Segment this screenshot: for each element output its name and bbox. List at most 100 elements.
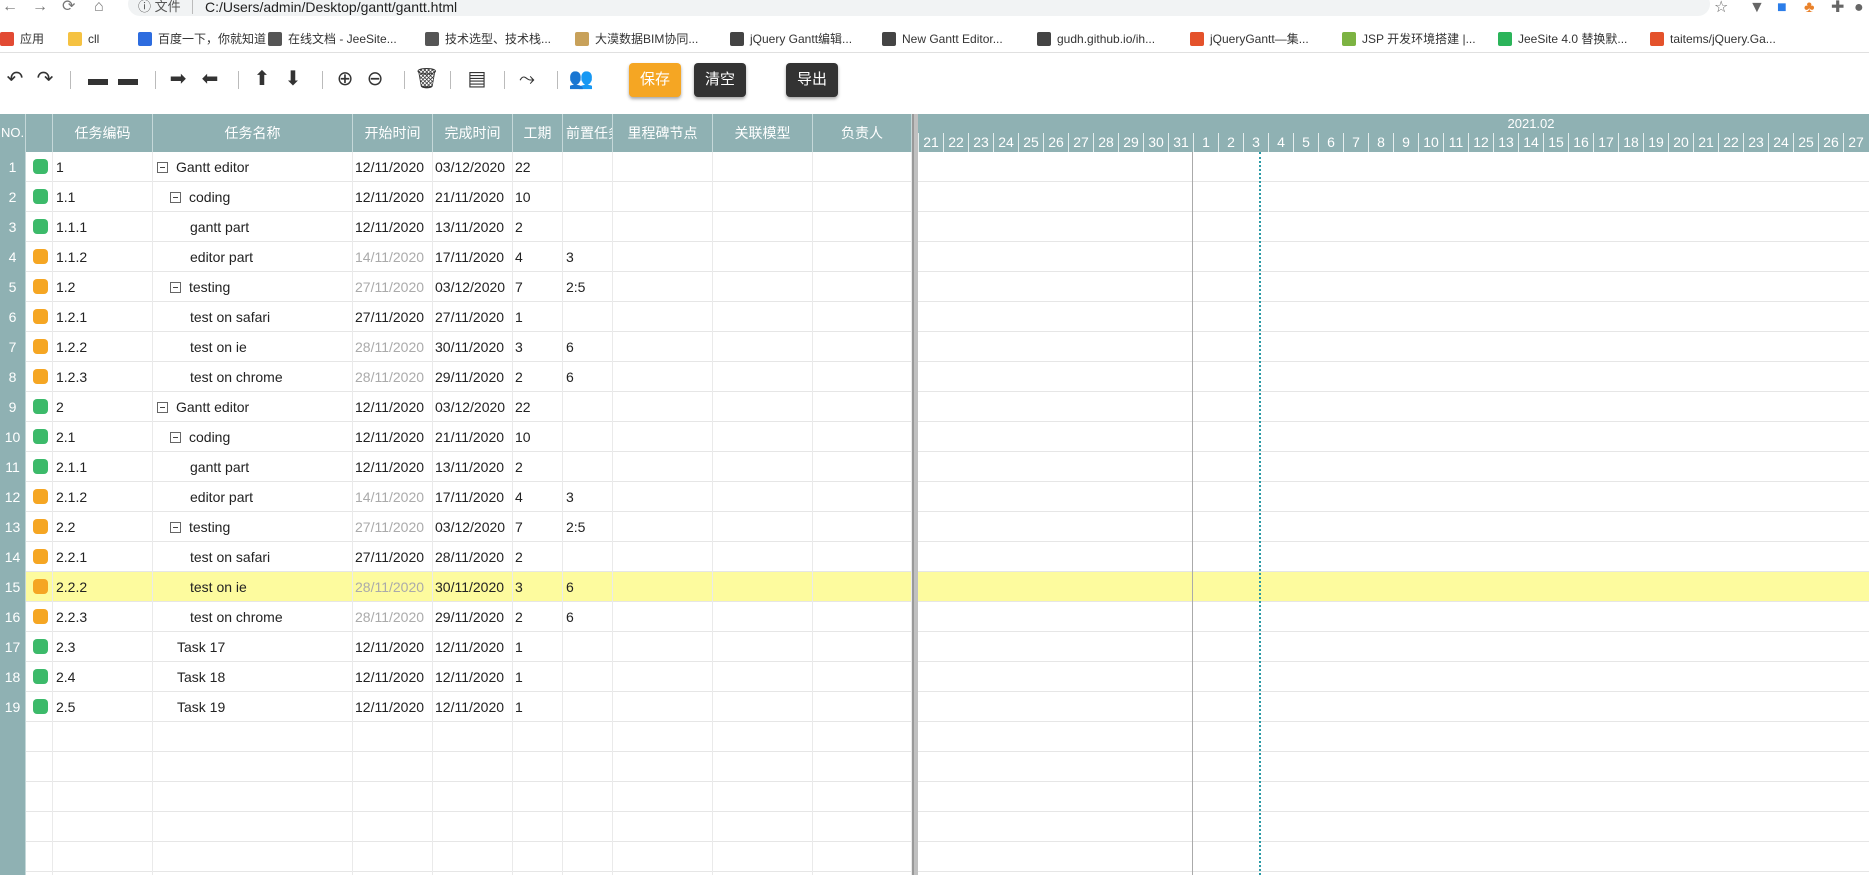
- relation-cell[interactable]: [713, 512, 813, 542]
- timeline-row[interactable]: [918, 212, 1869, 242]
- col-start-header[interactable]: 开始时间: [353, 114, 433, 152]
- end-date[interactable]: 29/11/2020: [433, 602, 513, 632]
- export-button[interactable]: 导出: [786, 63, 838, 97]
- start-date[interactable]: 12/11/2020: [353, 692, 433, 722]
- task-row[interactable]: 14 2.2.1 test on safari 27/11/2020 28/11/202…: [0, 542, 912, 572]
- status-indicator[interactable]: [33, 159, 48, 174]
- bookmark-item[interactable]: 百度一下，你就知道: [138, 31, 266, 47]
- print-icon[interactable]: ▤: [462, 67, 492, 91]
- clear-button[interactable]: 清空: [694, 63, 746, 97]
- timeline-row[interactable]: [918, 242, 1869, 272]
- task-code[interactable]: 2.4: [53, 662, 153, 692]
- status-indicator[interactable]: [33, 369, 48, 384]
- status-indicator[interactable]: [33, 639, 48, 654]
- timeline-row[interactable]: [918, 422, 1869, 452]
- milestone-cell[interactable]: [613, 482, 713, 512]
- task-row[interactable]: 16 2.2.3 test on chrome 28/11/2020 29/11/202…: [0, 602, 912, 632]
- status-indicator[interactable]: [33, 489, 48, 504]
- owner-cell[interactable]: [813, 662, 912, 692]
- milestone-cell[interactable]: [613, 392, 713, 422]
- extension-v-icon[interactable]: ▼: [1749, 0, 1765, 16]
- timeline-row[interactable]: [918, 602, 1869, 632]
- status-cell[interactable]: [26, 542, 53, 572]
- end-date[interactable]: 29/11/2020: [433, 362, 513, 392]
- start-date[interactable]: 28/11/2020: [353, 602, 433, 632]
- relation-cell[interactable]: [713, 572, 813, 602]
- owner-cell[interactable]: [813, 182, 912, 212]
- milestone-cell[interactable]: [613, 422, 713, 452]
- relation-cell[interactable]: [713, 242, 813, 272]
- task-code[interactable]: 2.1.1: [53, 452, 153, 482]
- timeline-row[interactable]: [918, 332, 1869, 362]
- dependencies[interactable]: [563, 452, 613, 482]
- task-name-cell[interactable]: testing: [153, 512, 353, 542]
- owner-cell[interactable]: [813, 542, 912, 572]
- col-milestone-header[interactable]: 里程碑节点: [613, 114, 713, 152]
- dependencies[interactable]: [563, 542, 613, 572]
- start-date[interactable]: 28/11/2020: [353, 572, 433, 602]
- reload-icon[interactable]: ⟳: [62, 0, 75, 15]
- bookmark-item[interactable]: New Gantt Editor...: [882, 31, 1003, 47]
- milestone-cell[interactable]: [613, 572, 713, 602]
- owner-cell[interactable]: [813, 422, 912, 452]
- relation-cell[interactable]: [713, 392, 813, 422]
- milestone-cell[interactable]: [613, 302, 713, 332]
- timeline-row[interactable]: [918, 272, 1869, 302]
- relation-cell[interactable]: [713, 452, 813, 482]
- status-cell[interactable]: [26, 602, 53, 632]
- puzzle-icon[interactable]: ✚: [1831, 0, 1844, 16]
- end-date[interactable]: 03/12/2020: [433, 512, 513, 542]
- start-date[interactable]: 14/11/2020: [353, 482, 433, 512]
- relation-cell[interactable]: [713, 602, 813, 632]
- status-indicator[interactable]: [33, 249, 48, 264]
- task-name-cell[interactable]: editor part: [153, 242, 353, 272]
- dependencies[interactable]: [563, 302, 613, 332]
- status-indicator[interactable]: [33, 189, 48, 204]
- collapse-toggle-icon[interactable]: [157, 402, 168, 413]
- timeline-row[interactable]: [918, 662, 1869, 692]
- task-row[interactable]: 3 1.1.1 gantt part 12/11/2020 13/11/2020 2: [0, 212, 912, 242]
- duration[interactable]: 2: [513, 452, 563, 482]
- bookmark-item[interactable]: 技术选型、技术栈...: [425, 31, 551, 47]
- owner-cell[interactable]: [813, 482, 912, 512]
- duration[interactable]: 1: [513, 302, 563, 332]
- task-row[interactable]: 10 2.1 coding 12/11/2020 21/11/2020 10: [0, 422, 912, 452]
- col-owner-header[interactable]: 负责人: [813, 114, 912, 152]
- owner-cell[interactable]: [813, 302, 912, 332]
- dependencies[interactable]: 6: [563, 602, 613, 632]
- owner-cell[interactable]: [813, 332, 912, 362]
- status-cell[interactable]: [26, 302, 53, 332]
- col-depends-header[interactable]: 前置任务: [563, 114, 613, 152]
- task-code[interactable]: 2.3: [53, 632, 153, 662]
- duration[interactable]: 1: [513, 662, 563, 692]
- task-code[interactable]: 1.1.1: [53, 212, 153, 242]
- status-indicator[interactable]: [33, 579, 48, 594]
- task-name-cell[interactable]: Task 19: [153, 692, 353, 722]
- relation-cell[interactable]: [713, 632, 813, 662]
- task-code[interactable]: 1.2: [53, 272, 153, 302]
- task-code[interactable]: 2.5: [53, 692, 153, 722]
- col-duration-header[interactable]: 工期: [513, 114, 563, 152]
- duration[interactable]: 3: [513, 332, 563, 362]
- redo-icon[interactable]: ↷: [33, 67, 57, 91]
- task-code[interactable]: 2.2.2: [53, 572, 153, 602]
- status-cell[interactable]: [26, 332, 53, 362]
- task-row[interactable]: 1 1 Gantt editor 12/11/2020 03/12/2020 22: [0, 152, 912, 182]
- owner-cell[interactable]: [813, 572, 912, 602]
- task-name-cell[interactable]: coding: [153, 422, 353, 452]
- task-row[interactable]: 8 1.2.3 test on chrome 28/11/2020 29/11/2020…: [0, 362, 912, 392]
- status-cell[interactable]: [26, 272, 53, 302]
- task-row[interactable]: 4 1.1.2 editor part 14/11/2020 17/11/2020 4 3: [0, 242, 912, 272]
- zoom-in-icon[interactable]: ⊕: [333, 67, 357, 91]
- status-indicator[interactable]: [33, 429, 48, 444]
- timeline-row[interactable]: [918, 542, 1869, 572]
- end-date[interactable]: 03/12/2020: [433, 272, 513, 302]
- dependencies[interactable]: [563, 152, 613, 182]
- task-row[interactable]: 11 2.1.1 gantt part 12/11/2020 13/11/2020 2: [0, 452, 912, 482]
- site-info-icon[interactable]: ⓘ 文件: [138, 0, 181, 14]
- collapse-toggle-icon[interactable]: [170, 432, 181, 443]
- end-date[interactable]: 28/11/2020: [433, 542, 513, 572]
- dependencies[interactable]: [563, 182, 613, 212]
- status-cell[interactable]: [26, 242, 53, 272]
- relation-cell[interactable]: [713, 212, 813, 242]
